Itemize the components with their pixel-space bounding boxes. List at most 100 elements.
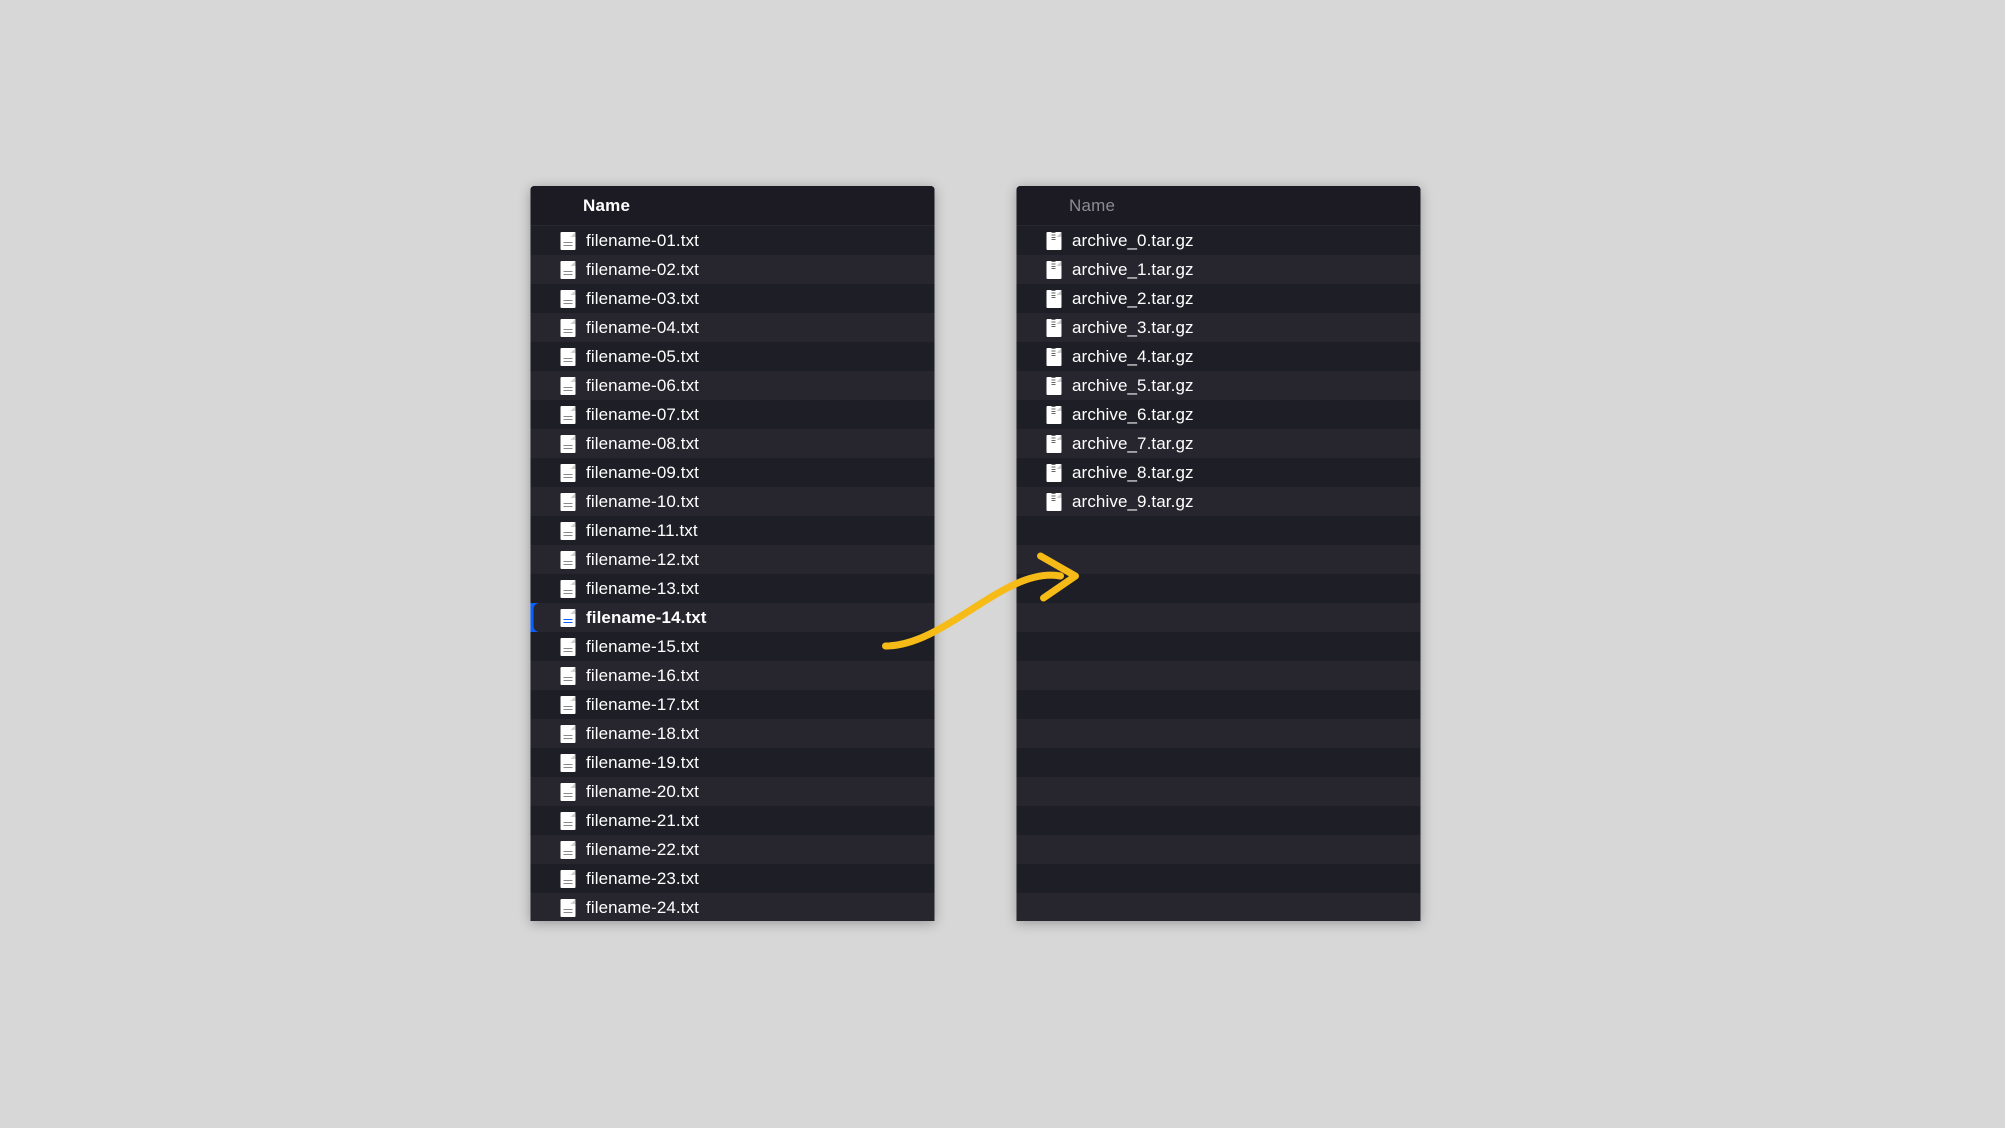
txt-file-icon [560,290,575,308]
file-name-label: archive_4.tar.gz [1072,347,1194,367]
file-name-label: archive_5.tar.gz [1072,376,1194,396]
file-name-label: archive_6.tar.gz [1072,405,1194,425]
file-row[interactable]: filename-04.txt [530,313,934,342]
archive-file-icon [1046,493,1061,511]
file-name-label: filename-18.txt [586,724,699,744]
file-row[interactable]: archive_3.tar.gz [1016,313,1420,342]
txt-file-icon [560,377,575,395]
file-name-label: filename-13.txt [586,579,699,599]
file-row[interactable]: filename-14.txt [530,603,934,632]
file-name-label: archive_9.tar.gz [1072,492,1194,512]
empty-row [1016,603,1420,632]
txt-file-icon [560,638,575,656]
file-row[interactable]: filename-21.txt [530,806,934,835]
file-name-label: filename-21.txt [586,811,699,831]
file-row[interactable]: filename-01.txt [530,226,934,255]
empty-row [1016,690,1420,719]
txt-file-icon [560,406,575,424]
txt-file-icon [560,667,575,685]
file-name-label: filename-10.txt [586,492,699,512]
file-row[interactable]: filename-16.txt [530,661,934,690]
empty-row [1016,574,1420,603]
file-row[interactable]: filename-02.txt [530,255,934,284]
file-row[interactable]: filename-11.txt [530,516,934,545]
file-row[interactable]: filename-05.txt [530,342,934,371]
txt-file-icon [560,464,575,482]
finder-window-left: Name filename-01.txtfilename-02.txtfilen… [530,186,934,921]
file-name-label: filename-14.txt [586,608,707,628]
archive-file-icon [1046,406,1061,424]
txt-file-icon [560,812,575,830]
txt-file-icon [560,551,575,569]
empty-row [1016,864,1420,893]
finder-window-right: Name archive_0.tar.gzarchive_1.tar.gzarc… [1016,186,1420,921]
file-row[interactable]: archive_0.tar.gz [1016,226,1420,255]
file-name-label: archive_7.tar.gz [1072,434,1194,454]
empty-row [1016,835,1420,864]
file-list-right: archive_0.tar.gz archive_1.tar.gz archive_… [1016,226,1420,921]
empty-row [1016,893,1420,921]
file-row[interactable]: filename-13.txt [530,574,934,603]
column-header-label: Name [1069,196,1115,216]
file-row[interactable]: filename-20.txt [530,777,934,806]
file-name-label: filename-15.txt [586,637,699,657]
file-row[interactable]: filename-23.txt [530,864,934,893]
archive-file-icon [1046,348,1061,366]
file-row[interactable]: filename-08.txt [530,429,934,458]
file-row[interactable]: archive_6.tar.gz [1016,400,1420,429]
file-row[interactable]: filename-03.txt [530,284,934,313]
file-row[interactable]: archive_1.tar.gz [1016,255,1420,284]
file-row[interactable]: filename-19.txt [530,748,934,777]
file-name-label: filename-05.txt [586,347,699,367]
empty-row [1016,661,1420,690]
archive-file-icon [1046,377,1061,395]
file-row[interactable]: filename-10.txt [530,487,934,516]
file-name-label: filename-09.txt [586,463,699,483]
file-row[interactable]: archive_2.tar.gz [1016,284,1420,313]
txt-file-icon [560,232,575,250]
txt-file-icon [560,725,575,743]
txt-file-icon [560,609,575,627]
file-name-label: filename-08.txt [586,434,699,454]
file-row[interactable]: filename-17.txt [530,690,934,719]
file-row[interactable]: filename-15.txt [530,632,934,661]
txt-file-icon [560,899,575,917]
file-row[interactable]: filename-06.txt [530,371,934,400]
empty-row [1016,632,1420,661]
column-header[interactable]: Name [530,186,934,226]
file-row[interactable]: archive_5.tar.gz [1016,371,1420,400]
file-name-label: archive_1.tar.gz [1072,260,1194,280]
file-row[interactable]: archive_9.tar.gz [1016,487,1420,516]
file-row[interactable]: filename-18.txt [530,719,934,748]
file-row[interactable]: filename-12.txt [530,545,934,574]
file-name-label: filename-12.txt [586,550,699,570]
file-row[interactable]: filename-07.txt [530,400,934,429]
txt-file-icon [560,435,575,453]
file-row[interactable]: archive_7.tar.gz [1016,429,1420,458]
archive-file-icon [1046,290,1061,308]
txt-file-icon [560,319,575,337]
file-name-label: filename-02.txt [586,260,699,280]
archive-file-icon [1046,232,1061,250]
file-name-label: filename-04.txt [586,318,699,338]
file-name-label: archive_2.tar.gz [1072,289,1194,309]
file-row[interactable]: archive_8.tar.gz [1016,458,1420,487]
file-row[interactable]: archive_4.tar.gz [1016,342,1420,371]
txt-file-icon [560,261,575,279]
empty-row [1016,545,1420,574]
archive-file-icon [1046,435,1061,453]
empty-row [1016,516,1420,545]
archive-file-icon [1046,319,1061,337]
txt-file-icon [560,580,575,598]
file-row[interactable]: filename-24.txt [530,893,934,921]
file-name-label: archive_3.tar.gz [1072,318,1194,338]
file-name-label: filename-07.txt [586,405,699,425]
empty-row [1016,806,1420,835]
file-list-left: filename-01.txt filename-02.txt filename-0… [530,226,934,921]
txt-file-icon [560,522,575,540]
empty-row [1016,719,1420,748]
file-row[interactable]: filename-09.txt [530,458,934,487]
column-header[interactable]: Name [1016,186,1420,226]
file-row[interactable]: filename-22.txt [530,835,934,864]
archive-file-icon [1046,261,1061,279]
